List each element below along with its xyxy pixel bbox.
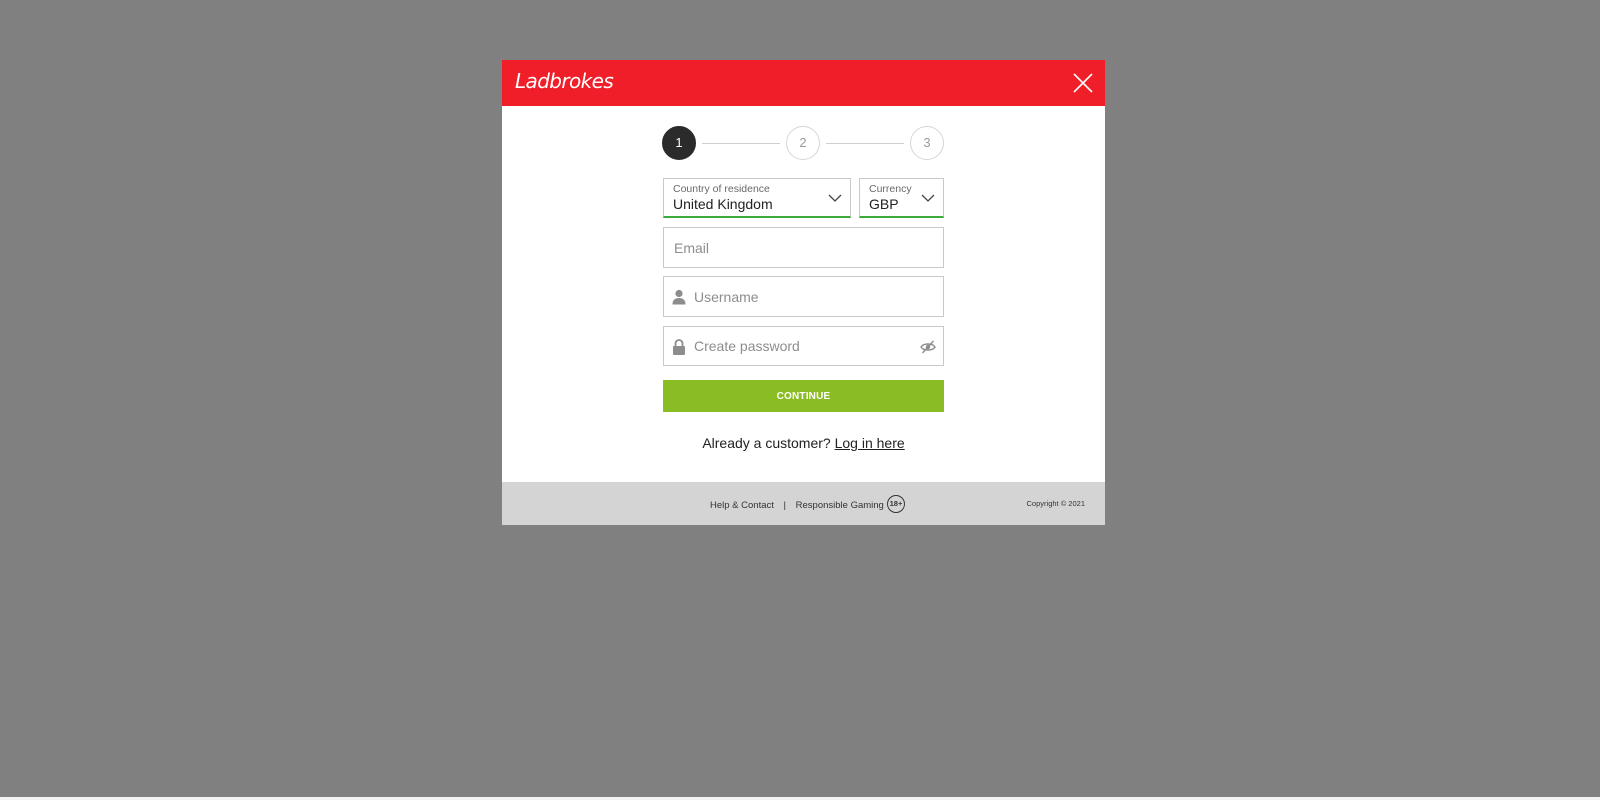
chevron-down-icon <box>828 194 842 202</box>
step-1-indicator: 1 <box>662 126 696 160</box>
responsible-gaming-link[interactable]: Responsible Gaming <box>796 500 884 511</box>
lock-icon <box>673 339 685 355</box>
currency-value: GBP <box>869 196 899 212</box>
currency-label: Currency <box>869 183 912 195</box>
login-prompt-text: Already a customer? <box>702 435 831 451</box>
step-3-indicator: 3 <box>910 126 944 160</box>
step-connector <box>702 143 780 144</box>
footer-separator: | <box>783 500 787 511</box>
modal-footer: Help & Contact | Responsible Gaming 18+ … <box>502 482 1105 525</box>
registration-modal: Ladbrokes 1 2 3 Country of residence Uni… <box>502 60 1105 525</box>
step-2-indicator: 2 <box>786 126 820 160</box>
copyright-text: Copyright © 2021 <box>1026 499 1085 508</box>
step-connector <box>826 143 904 144</box>
currency-select[interactable]: Currency GBP <box>859 178 944 218</box>
age-restriction-badge: 18+ <box>887 495 905 513</box>
username-field[interactable] <box>663 276 944 317</box>
close-button[interactable] <box>1071 71 1095 95</box>
close-icon <box>1073 73 1093 93</box>
email-input[interactable] <box>674 228 933 267</box>
password-input[interactable] <box>694 327 909 365</box>
chevron-down-icon <box>921 194 935 202</box>
country-value: United Kingdom <box>673 196 773 212</box>
email-field[interactable] <box>663 227 944 268</box>
footer-links: Help & Contact | Responsible Gaming <box>710 500 884 511</box>
user-icon <box>672 289 686 305</box>
ladbrokes-logo: Ladbrokes <box>515 69 614 93</box>
login-prompt: Already a customer? Log in here <box>502 435 1105 451</box>
continue-button[interactable]: CONTINUE <box>663 380 944 412</box>
help-contact-link[interactable]: Help & Contact <box>710 500 774 511</box>
login-link[interactable]: Log in here <box>835 435 905 451</box>
password-field[interactable] <box>663 326 944 366</box>
registration-stepper: 1 2 3 <box>662 126 946 160</box>
eye-slash-icon[interactable] <box>920 339 936 355</box>
username-input[interactable] <box>694 277 933 316</box>
country-label: Country of residence <box>673 183 770 195</box>
country-select[interactable]: Country of residence United Kingdom <box>663 178 851 218</box>
modal-header: Ladbrokes <box>502 60 1105 106</box>
